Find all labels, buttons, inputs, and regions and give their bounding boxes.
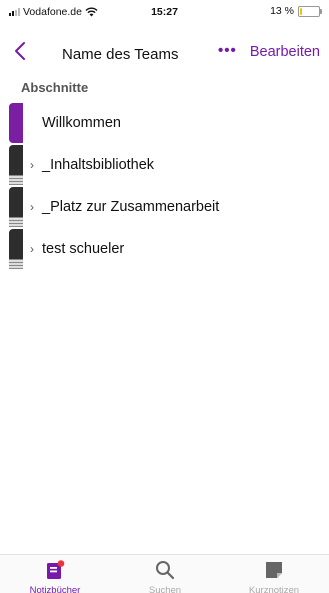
section-label: _Inhaltsbibliothek: [42, 157, 155, 173]
sticky-note-icon: [266, 562, 282, 578]
section-label: Willkommen: [42, 115, 121, 131]
sections-list: Willkommen › _Inhaltsbibliothek › _Platz…: [0, 103, 329, 271]
section-label: _Platz zur Zusammenarbeit: [42, 199, 220, 215]
search-icon: [156, 561, 175, 580]
battery-percent: 13 %: [270, 5, 294, 17]
section-color-tab: [9, 103, 23, 143]
section-item-willkommen[interactable]: Willkommen: [0, 103, 329, 145]
battery-icon: [298, 5, 322, 17]
section-item-platz-zur-zusammenarbeit[interactable]: › _Platz zur Zusammenarbeit: [0, 187, 329, 229]
tab-sticky-notes[interactable]: Kurznotizen: [219, 555, 329, 593]
chevron-right-icon[interactable]: ›: [30, 200, 34, 214]
chevron-right-icon[interactable]: ›: [30, 158, 34, 172]
section-item-inhaltsbibliothek[interactable]: › _Inhaltsbibliothek: [0, 145, 329, 187]
tab-search[interactable]: Suchen: [110, 555, 220, 593]
battery-indicator: 13 %: [270, 5, 322, 17]
sections-heading: Abschnitte: [21, 80, 89, 95]
chevron-right-icon[interactable]: ›: [30, 242, 34, 256]
section-color-tab: [9, 145, 23, 185]
page-title: Name des Teams: [62, 46, 179, 63]
more-options-button[interactable]: •••: [218, 42, 237, 59]
back-chevron-icon[interactable]: [12, 40, 30, 62]
bottom-tab-bar: Notizbücher Suchen Kurznotizen: [0, 554, 329, 593]
section-color-tab: [9, 187, 23, 227]
section-label: test schueler: [42, 241, 125, 257]
edit-button[interactable]: Bearbeiten: [250, 44, 320, 60]
tab-notebooks[interactable]: Notizbücher: [0, 555, 110, 593]
section-item-test-schueler[interactable]: › test schueler: [0, 229, 329, 271]
notebook-icon: [47, 560, 65, 579]
status-bar: Vodafone.de 15:27 13 %: [0, 0, 329, 24]
section-color-tab: [9, 229, 23, 269]
navigation-bar: Name des Teams ••• Bearbeiten: [0, 32, 329, 72]
